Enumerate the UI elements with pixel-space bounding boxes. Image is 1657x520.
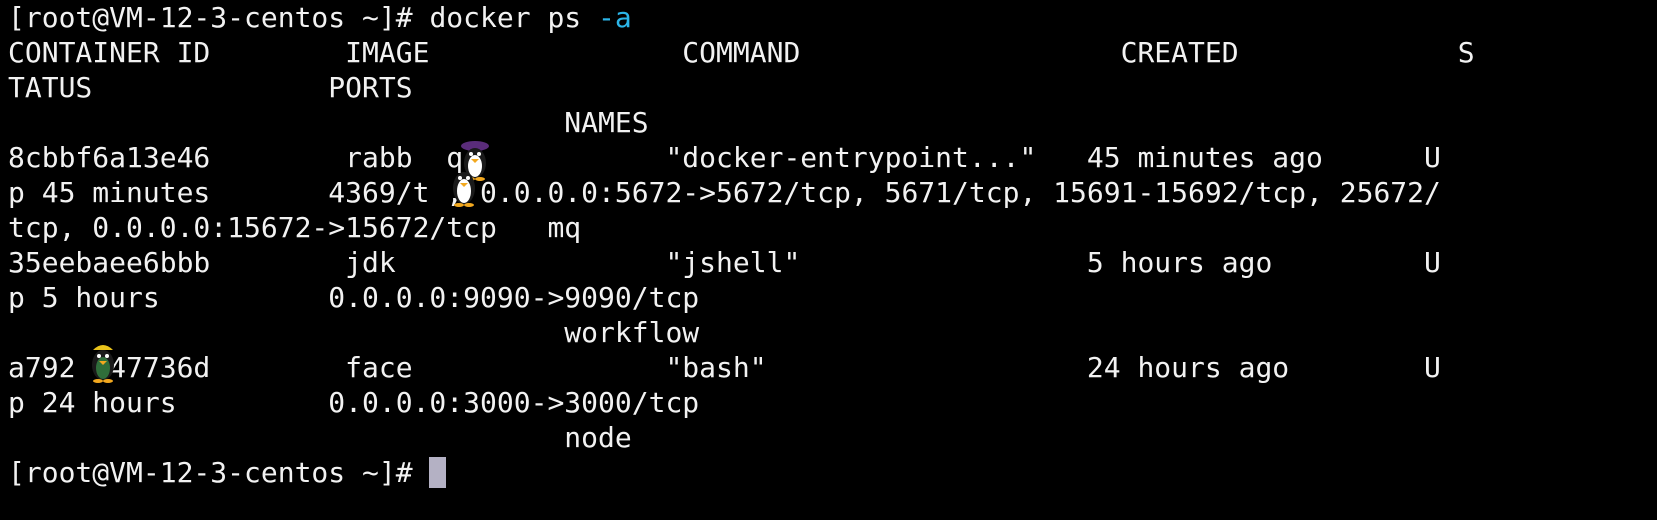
output-line: p 24 hours 0.0.0.0:3000->3000/tcp bbox=[8, 386, 700, 419]
command-line: [root@VM-12-3-centos ~]# docker ps -a bbox=[8, 0, 1657, 35]
output-line: p 45 minutes 4369/t , 0.0.0.0:5672->5672… bbox=[8, 176, 1441, 209]
output-line: workflow bbox=[8, 316, 700, 349]
terminal-window[interactable]: [root@VM-12-3-centos ~]# docker ps -a CO… bbox=[0, 0, 1657, 520]
header-line: NAMES bbox=[8, 106, 649, 139]
header-line: TATUS PORTS bbox=[8, 71, 413, 104]
text-cursor bbox=[429, 457, 447, 488]
header-line: CONTAINER ID IMAGE COMMAND CREATED S bbox=[8, 36, 1475, 69]
command-flag: -a bbox=[598, 1, 632, 34]
output-line: node bbox=[8, 421, 632, 454]
command-text: docker ps bbox=[429, 1, 599, 34]
output-line: 8cbbf6a13e46 rabb q "docker-entrypoint..… bbox=[8, 141, 1441, 174]
shell-prompt: [root@VM-12-3-centos ~]# bbox=[8, 1, 430, 34]
output-line: p 5 hours 0.0.0.0:9090->9090/tcp bbox=[8, 281, 700, 314]
output-line: tcp, 0.0.0.0:15672->15672/tcp mq bbox=[8, 211, 582, 244]
shell-prompt: [root@VM-12-3-centos ~]# bbox=[8, 456, 430, 489]
output-line: a792 47736d face "bash" 24 hours ago U bbox=[8, 351, 1441, 384]
penguin-icon bbox=[453, 172, 475, 207]
prompt-line[interactable]: [root@VM-12-3-centos ~]# bbox=[8, 455, 1657, 490]
output-line: 35eebaee6bbb jdk "jshell" 5 hours ago U bbox=[8, 246, 1441, 279]
penguin-icon bbox=[92, 345, 114, 383]
